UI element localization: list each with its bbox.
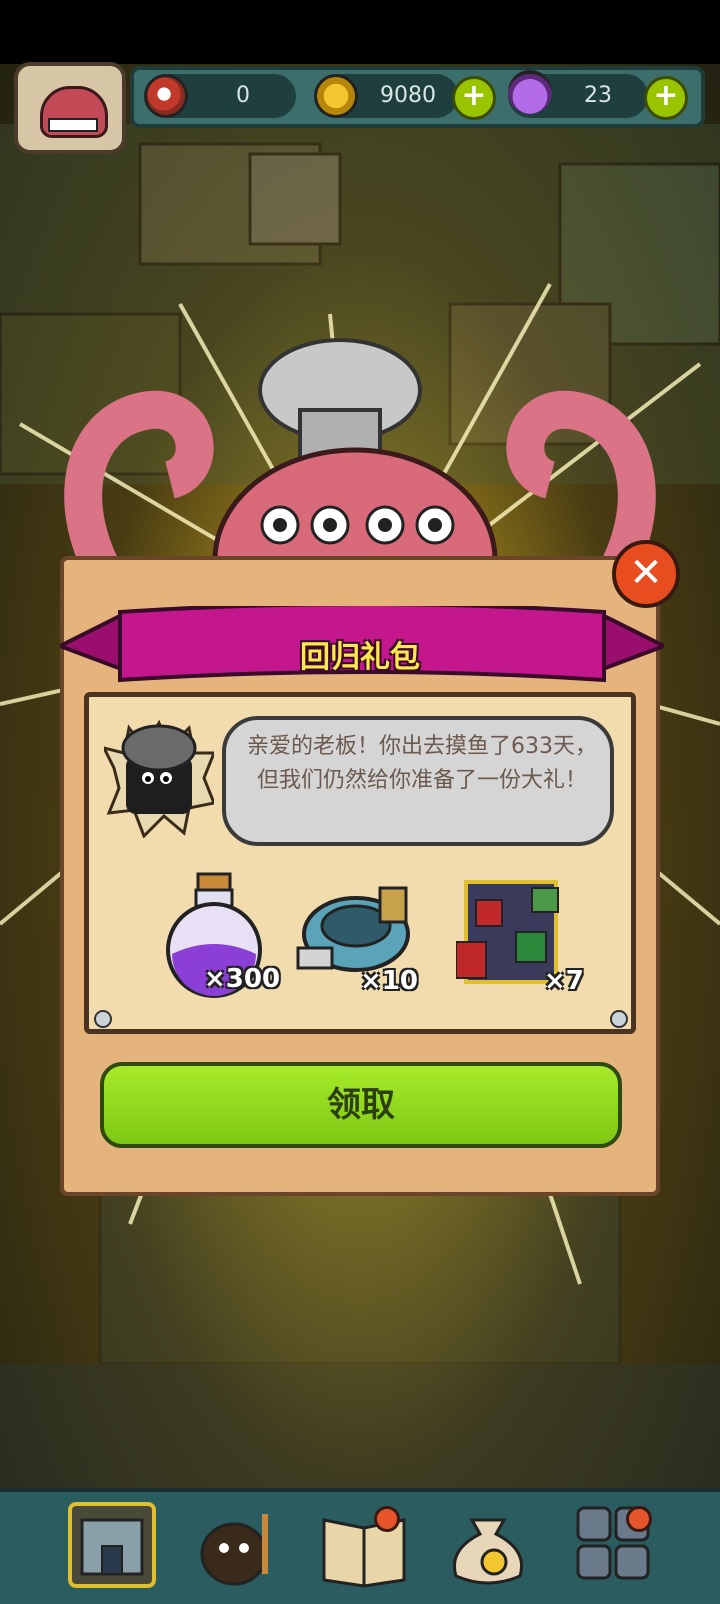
claim-button[interactable]: 领取 xyxy=(100,1062,622,1148)
eyeball-icon xyxy=(144,74,188,118)
status-bar xyxy=(0,0,720,64)
nav-monster-button[interactable] xyxy=(188,1500,280,1590)
reward-item-potion: ×300 xyxy=(150,870,280,1000)
close-icon: ✕ xyxy=(629,550,663,596)
popup-title: 回归礼包 xyxy=(300,640,420,675)
helper-character-avatar xyxy=(104,719,214,838)
player-avatar-button[interactable] xyxy=(14,62,126,154)
coin-count: 9080 xyxy=(380,83,436,108)
add-coins-button[interactable]: + xyxy=(452,76,496,120)
notification-badge xyxy=(374,1506,400,1532)
teeth-decoration xyxy=(48,118,98,132)
rivet xyxy=(610,1010,628,1028)
rivet xyxy=(94,1010,112,1028)
reward-quantity: ×10 xyxy=(360,966,418,996)
eyeball-count: 0 xyxy=(236,83,250,108)
add-potions-button[interactable]: + xyxy=(644,76,688,120)
money-bag-icon xyxy=(453,1518,523,1585)
potion-icon xyxy=(508,70,552,114)
nav-shop-button[interactable] xyxy=(66,1500,158,1590)
reward-quantity: ×300 xyxy=(204,964,281,994)
shop-building-icon xyxy=(68,1502,156,1588)
speech-message: 亲爱的老板！你出去摸鱼了633天，但我们仍然给你准备了一份大礼！ xyxy=(247,734,597,793)
nav-money-bag-button[interactable] xyxy=(442,1500,534,1590)
reward-item-machine: ×10 xyxy=(296,874,426,1004)
potion-count: 23 xyxy=(584,83,612,108)
coin-icon xyxy=(314,74,358,118)
reward-item-gift-crate: ×7 xyxy=(455,872,586,1002)
close-button[interactable]: ✕ xyxy=(612,540,680,608)
notification-badge xyxy=(626,1506,652,1532)
reward-quantity: ×7 xyxy=(544,966,584,996)
monster-staff-icon xyxy=(200,1514,268,1586)
